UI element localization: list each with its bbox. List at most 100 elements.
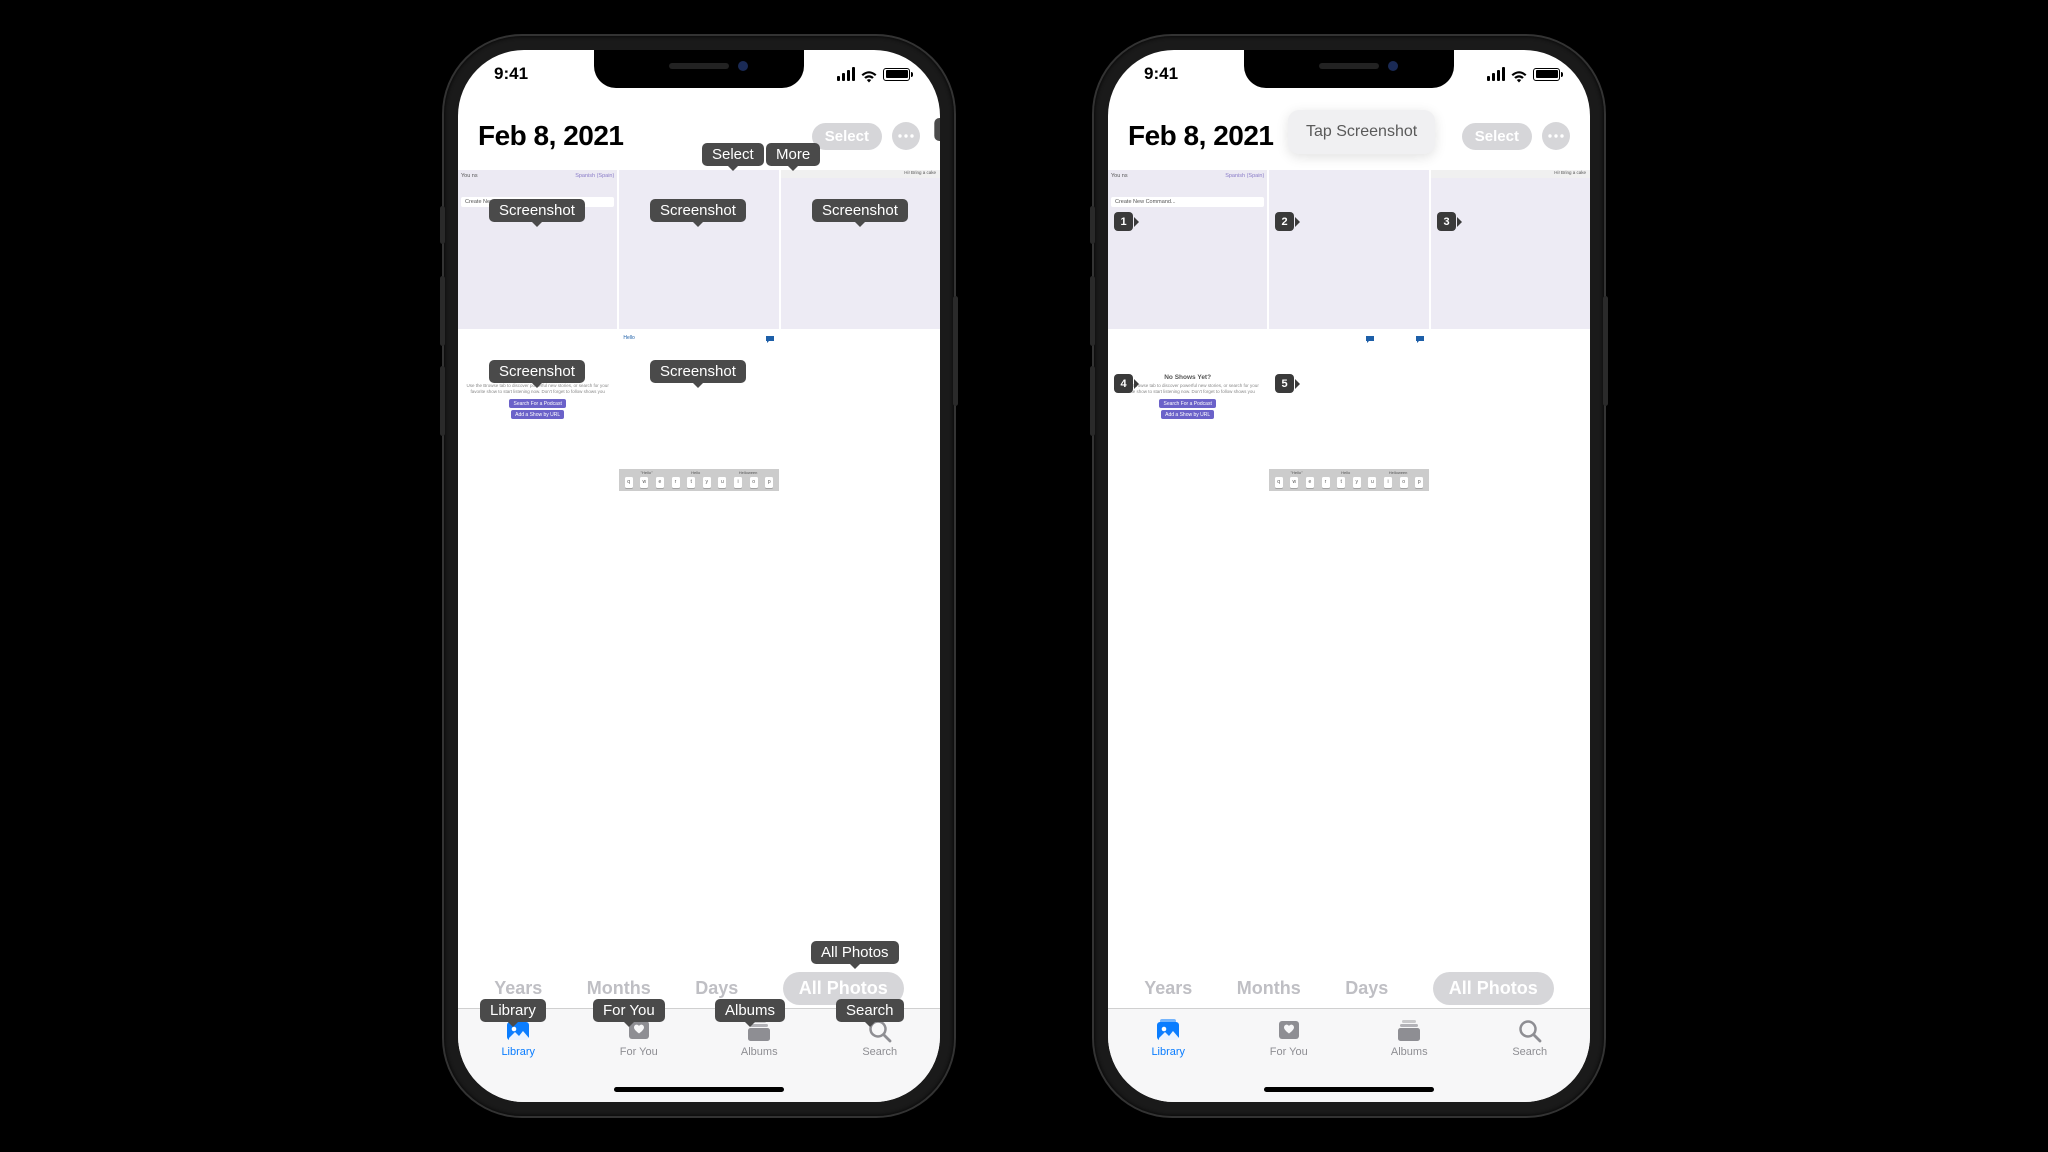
photo-thumb[interactable] [619, 170, 778, 329]
photo-thumb[interactable] [1269, 170, 1428, 329]
overlay-tab-search: Search [836, 999, 904, 1022]
tab-label: Library [1151, 1046, 1185, 1058]
seg-months[interactable]: Months [1237, 972, 1301, 1005]
power-button [953, 296, 958, 406]
item-number-badge: 5 [1275, 374, 1294, 393]
mute-switch [440, 206, 445, 244]
screen: 9:41 Feb 8, 2021 Select Select Select Mo… [458, 50, 940, 1102]
overlay-more: More [766, 143, 820, 166]
battery-icon [1533, 68, 1560, 81]
mini-button: Add a Show by URL [1161, 410, 1214, 419]
overlay-all-photos: All Photos [811, 941, 899, 964]
volume-up [440, 276, 445, 346]
tab-label: For You [1270, 1046, 1308, 1058]
mini-button: Search For a Podcast [509, 399, 565, 408]
wifi-icon [860, 68, 878, 81]
home-indicator[interactable] [614, 1087, 784, 1092]
mini-text: Hello [623, 335, 634, 341]
phone-right: 9:41 Feb 8, 2021 Select Tap Screenshot [1094, 36, 1604, 1116]
speech-icon [1365, 335, 1375, 343]
phone-left: 9:41 Feb 8, 2021 Select Select Select Mo… [444, 36, 954, 1116]
wifi-icon [1510, 68, 1528, 81]
mini-text: Spanish (Spain) [575, 173, 614, 179]
tab-label: Albums [741, 1046, 778, 1058]
notch [594, 50, 804, 88]
photo-thumb[interactable]: You nsSpanish (Spain) Create New Command… [458, 170, 617, 329]
tap-screenshot-toast: Tap Screenshot [1288, 110, 1435, 154]
photo-thumb[interactable]: Hi! Bring a cake [781, 170, 940, 329]
overlay-select: Select [702, 143, 764, 166]
overlay-tab-albums: Albums [715, 999, 785, 1022]
kb-row: qwertyuiop [619, 476, 778, 491]
speech-icon [765, 335, 775, 343]
photo-grid: You ns Spanish (Spain) Create New Command… [1108, 170, 1590, 491]
albums-icon [1395, 1017, 1423, 1043]
overlay-screenshot: Screenshot [812, 199, 908, 222]
tab-library[interactable]: Library [478, 1017, 558, 1102]
foryou-icon [1275, 1017, 1303, 1043]
select-button[interactable]: Select [812, 123, 882, 150]
tab-label: Search [1512, 1046, 1547, 1058]
mini-keyboard: "Hello"HelloHelloween qwertyuiop [619, 469, 778, 491]
seg-all-photos[interactable]: All Photos [1433, 972, 1554, 1005]
header: Feb 8, 2021 Select [458, 110, 940, 158]
tab-label: Search [862, 1046, 897, 1058]
search-icon [1516, 1017, 1544, 1043]
ellipsis-icon [898, 134, 914, 138]
home-indicator[interactable] [1264, 1087, 1434, 1092]
photo-thumb[interactable]: You ns Spanish (Spain) Create New Command… [1108, 170, 1267, 329]
overlay-screenshot: Screenshot [650, 360, 746, 383]
overlay-screenshot: Screenshot [489, 199, 585, 222]
mini-keyboard: "Hello"HelloHelloween qwertyuiop [1269, 469, 1428, 491]
seg-years[interactable]: Years [1144, 972, 1192, 1005]
cellular-icon [1487, 67, 1506, 81]
mini-text: You ns [1111, 173, 1128, 179]
item-number-badge: 1 [1114, 212, 1133, 231]
more-button[interactable] [1542, 122, 1570, 150]
power-button [1603, 296, 1608, 406]
tab-search[interactable]: Search [1490, 1017, 1570, 1102]
photo-thumb[interactable]: Hello "Hello"HelloHelloween qwertyuiop [619, 331, 778, 490]
select-button[interactable]: Select [1462, 123, 1532, 150]
ellipsis-icon [1548, 134, 1564, 138]
status-time: 9:41 [494, 64, 528, 84]
mini-button: Add a Show by URL [511, 410, 564, 419]
mini-text: You ns [461, 173, 478, 179]
tab-search[interactable]: Search [840, 1017, 920, 1102]
mini-text: Spanish (Spain) [1225, 173, 1264, 179]
overlay-tab-library: Library [480, 999, 546, 1022]
item-number-badge: 3 [1437, 212, 1456, 231]
view-segmented-control: Years Months Days All Photos [1122, 968, 1576, 1008]
kb-suggestions: "Hello"HelloHelloween [1269, 469, 1428, 476]
overlay-screenshot: Screenshot [650, 199, 746, 222]
library-icon [1154, 1017, 1182, 1043]
notch [1244, 50, 1454, 88]
photo-thumb[interactable]: No Shows Yet? Use the Browse tab to disc… [458, 331, 617, 490]
screen: 9:41 Feb 8, 2021 Select Tap Screenshot [1108, 50, 1590, 1102]
item-number-badge: 2 [1275, 212, 1294, 231]
photo-thumb[interactable]: "Hello"HelloHelloween qwertyuiop [1269, 331, 1428, 490]
battery-icon [883, 68, 910, 81]
kb-suggestions: "Hello"HelloHelloween [619, 469, 778, 476]
photo-thumb[interactable]: No Shows Yet? Use the Browse tab to disc… [1108, 331, 1267, 490]
mini-text: Create New Command... [1111, 197, 1264, 207]
page-title: Feb 8, 2021 [1128, 120, 1273, 152]
photo-thumb[interactable]: Hi! Bring a cake [1431, 170, 1590, 329]
mini-text: Hi! Bring a cake [1554, 170, 1586, 175]
mini-text: Hi! Bring a cake [904, 170, 936, 175]
volume-down [440, 366, 445, 436]
volume-down [1090, 366, 1095, 436]
seg-days[interactable]: Days [1345, 972, 1388, 1005]
page-title: Feb 8, 2021 [478, 120, 623, 152]
overlay-tab-foryou: For You [593, 999, 665, 1022]
more-button[interactable] [892, 122, 920, 150]
kb-row: qwertyuiop [1269, 476, 1428, 491]
mini-button: Search For a Podcast [1159, 399, 1215, 408]
tab-library[interactable]: Library [1128, 1017, 1208, 1102]
status-time: 9:41 [1144, 64, 1178, 84]
overlay-screenshot: Screenshot [489, 360, 585, 383]
tab-label: For You [620, 1046, 658, 1058]
photo-grid-area: You ns Spanish (Spain) Create New Command… [1108, 170, 1590, 1102]
overlay-select-top: Select [934, 118, 940, 141]
cellular-icon [837, 67, 856, 81]
